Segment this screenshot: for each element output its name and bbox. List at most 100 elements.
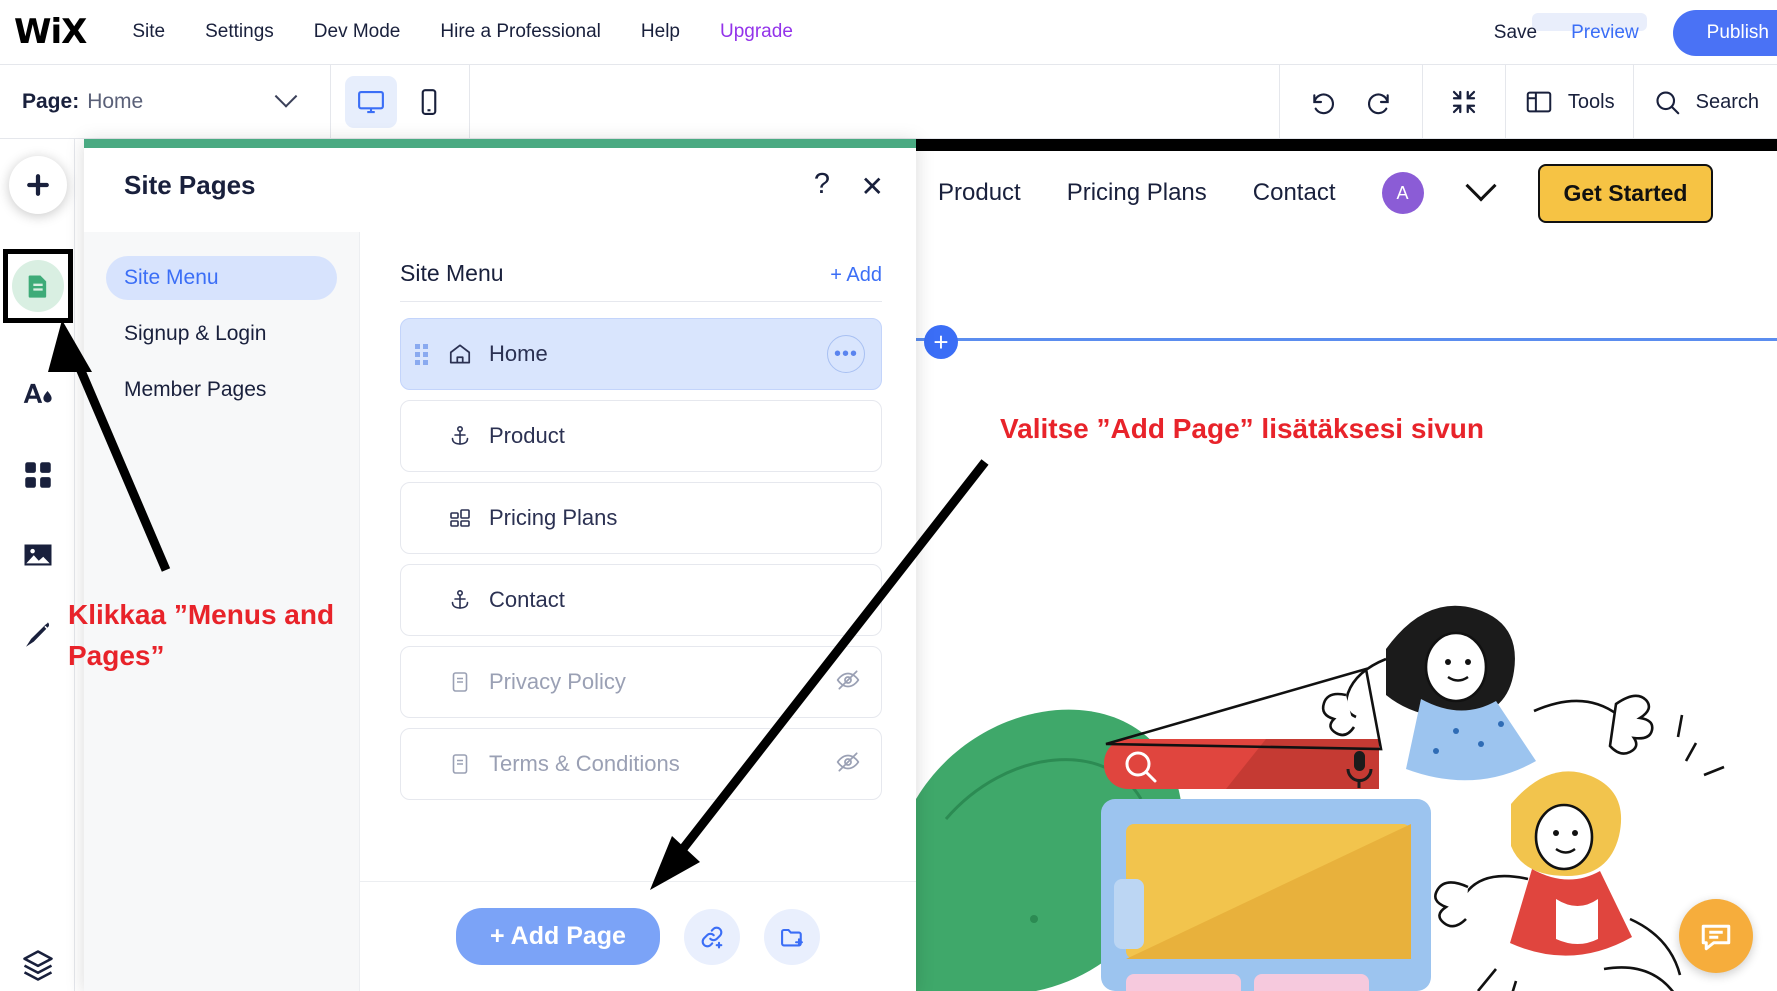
wix-logo[interactable]: WiX (14, 12, 86, 52)
grid-icon (443, 506, 477, 530)
publish-button[interactable]: Publish (1673, 10, 1777, 56)
apps-icon (21, 458, 55, 492)
search-icon (1652, 87, 1682, 117)
list-item[interactable]: Privacy Policy (400, 646, 882, 718)
sidebar-item-blog[interactable] (0, 595, 75, 675)
blog-icon (20, 617, 56, 653)
app-root: WiX Site Settings Dev Mode Hire a Profes… (0, 0, 1777, 991)
panel-nav-member-pages[interactable]: Member Pages (106, 368, 337, 412)
page-selector[interactable]: Page: Home (0, 65, 330, 138)
toolbar-right: Tools Search (1279, 65, 1777, 139)
add-link-icon (698, 923, 726, 951)
redo-icon (1365, 86, 1397, 118)
add-elements-button[interactable] (0, 145, 75, 225)
sidebar-item-media[interactable] (0, 515, 75, 595)
sidebar-item-layers[interactable] (0, 925, 75, 991)
hidden-page-icon[interactable] (835, 749, 861, 780)
search-group[interactable]: Search (1634, 65, 1777, 139)
top-nav: Site Settings Dev Mode Hire a Profession… (132, 21, 793, 43)
top-nav-settings[interactable]: Settings (205, 21, 274, 43)
panel-accent-bar (84, 139, 916, 148)
save-button[interactable]: Save (1494, 22, 1537, 44)
panel-main: Site Menu + Add Home (360, 232, 916, 991)
list-item[interactable]: Home ••• (400, 318, 882, 390)
add-folder-button[interactable] (764, 909, 820, 965)
drag-handle-icon[interactable] (415, 344, 435, 365)
site-nav-pricing-plans[interactable]: Pricing Plans (1067, 179, 1207, 207)
panel-nav-site-menu[interactable]: Site Menu (106, 256, 337, 300)
pages-icon (12, 260, 64, 312)
list-item-label: Home (489, 341, 548, 367)
get-started-button[interactable]: Get Started (1538, 164, 1714, 223)
document-icon (443, 670, 477, 694)
list-item[interactable]: Product (400, 400, 882, 472)
add-link-button[interactable] (684, 909, 740, 965)
list-item-label: Terms & Conditions (489, 751, 680, 777)
sidebar-item-site-design[interactable] (0, 355, 75, 435)
panel-header: Site Pages ? ✕ (84, 148, 916, 232)
add-page-button[interactable]: + Add Page (456, 908, 660, 965)
add-menu-item-link[interactable]: + Add (830, 264, 882, 287)
undo-icon (1305, 86, 1337, 118)
editor-toolbar: Page: Home (0, 65, 1777, 139)
left-toolbar (0, 139, 75, 991)
list-item[interactable]: Contact (400, 564, 882, 636)
top-nav-hire-a-professional[interactable]: Hire a Professional (440, 21, 601, 43)
list-item[interactable]: Pricing Plans (400, 482, 882, 554)
desktop-view-button[interactable] (345, 76, 397, 128)
history-group (1280, 65, 1422, 139)
top-nav-help[interactable]: Help (641, 21, 680, 43)
list-item[interactable]: Terms & Conditions (400, 728, 882, 800)
theme-icon (19, 376, 57, 414)
close-icon[interactable]: ✕ (861, 170, 884, 203)
hidden-page-icon[interactable] (835, 667, 861, 698)
zoom-out-icon (1449, 87, 1479, 117)
preview-button[interactable]: Preview (1571, 22, 1639, 44)
anchor-icon (443, 588, 477, 612)
viewport-toggles (331, 76, 469, 128)
undo-button[interactable] (1298, 79, 1344, 125)
site-preview-canvas: Product Pricing Plans Contact A Get Star… (916, 139, 1777, 991)
home-icon (443, 341, 477, 367)
page-options-button[interactable]: ••• (827, 335, 865, 373)
list-item-label: Contact (489, 587, 565, 613)
help-icon[interactable]: ? (814, 168, 830, 201)
sidebar-item-menus-and-pages[interactable] (3, 249, 73, 323)
page-title: Site Pages (124, 170, 256, 201)
top-nav-upgrade[interactable]: Upgrade (720, 21, 793, 43)
top-bar-actions: Save Preview Publish (1494, 0, 1777, 65)
media-icon (20, 537, 56, 573)
section-title: Site Menu (400, 260, 504, 287)
top-nav-dev-mode[interactable]: Dev Mode (314, 21, 401, 43)
page-selector-label: Page: (22, 90, 79, 114)
section-divider (916, 338, 1777, 341)
annotation-right: Valitse ”Add Page” lisätäksesi sivun (1000, 413, 1484, 445)
layers-icon (20, 947, 56, 983)
avatar[interactable]: A (1382, 172, 1424, 214)
sidebar-item-apps[interactable] (0, 435, 75, 515)
page-list: Home ••• Product (360, 302, 916, 800)
site-nav-product[interactable]: Product (938, 179, 1021, 207)
top-bar: WiX Site Settings Dev Mode Hire a Profes… (0, 0, 1777, 65)
panel-footer: + Add Page (360, 881, 916, 991)
chevron-down-icon[interactable] (1465, 170, 1496, 201)
chevron-down-icon (275, 85, 298, 108)
chat-button[interactable] (1679, 899, 1753, 973)
tools-label: Tools (1568, 91, 1615, 114)
add-section-button[interactable]: + (924, 325, 958, 359)
site-nav-contact[interactable]: Contact (1253, 179, 1336, 207)
mobile-icon (414, 87, 444, 117)
site-pages-panel: Site Pages ? ✕ Site Menu Signup & Login … (84, 139, 916, 991)
tools-icon (1524, 87, 1554, 117)
panel-nav-signup-and-login[interactable]: Signup & Login (106, 312, 337, 356)
mobile-view-button[interactable] (403, 76, 455, 128)
plus-icon (9, 156, 67, 214)
site-preview-nav: Product Pricing Plans Contact A Get Star… (916, 151, 1777, 235)
anchor-icon (443, 424, 477, 448)
redo-button[interactable] (1358, 79, 1404, 125)
zoom-out-button[interactable] (1441, 79, 1487, 125)
tools-group[interactable]: Tools (1506, 65, 1633, 139)
top-nav-site[interactable]: Site (132, 21, 165, 43)
desktop-icon (356, 87, 386, 117)
list-item-label: Privacy Policy (489, 669, 626, 695)
